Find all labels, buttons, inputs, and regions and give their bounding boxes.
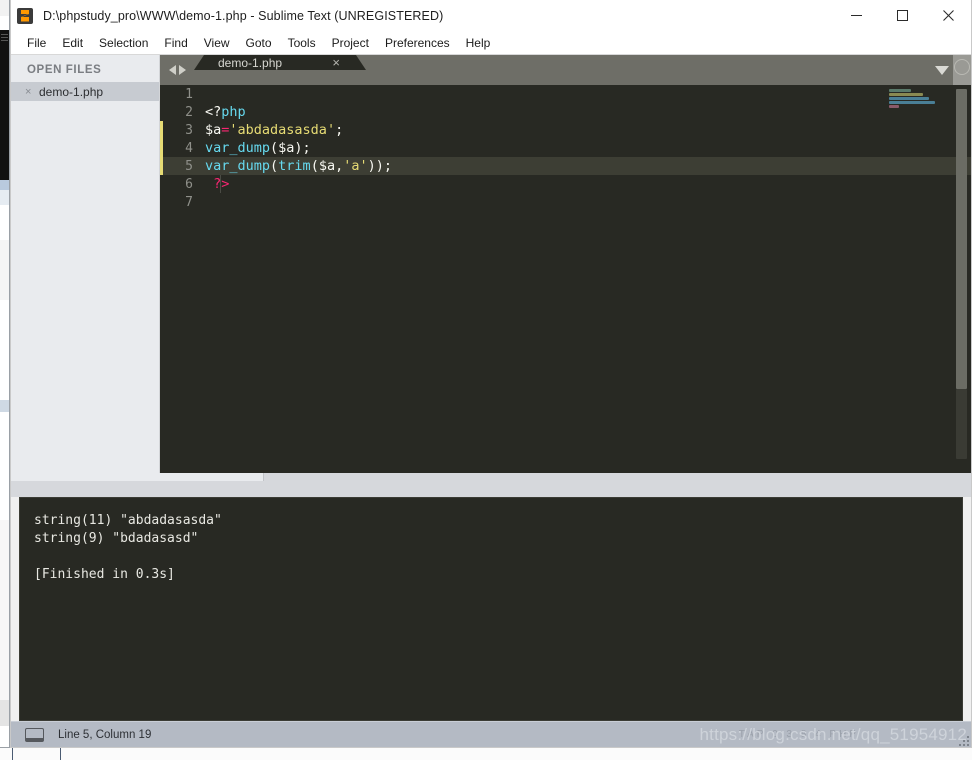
window-title: D:\phpstudy_pro\WWW\demo-1.php - Sublime… [43,8,444,23]
editor-tab[interactable]: demo-1.php × [194,55,366,70]
line-number: 4 [185,140,193,156]
tab-navigation[interactable] [160,55,194,85]
code-token: 'abdadasasda' [229,122,336,138]
code-token: ( [270,158,279,174]
code-token: <? [205,104,222,120]
editor-column: demo-1.php × 1 2 <?php 3 $a='abdadasasda'; 4 va… [160,55,971,473]
panel-divider[interactable] [11,473,971,497]
tab-dropdown-button[interactable] [931,55,953,85]
line-number: 7 [185,194,193,210]
menu-item-edit[interactable]: Edit [54,32,91,54]
build-output-text: string(11) "abdadasasda" string(9) "bdad… [34,513,222,582]
code-line[interactable]: 2 <?php [160,103,971,121]
code-line-text: $a='abdadasasda'; [205,122,343,138]
code-token: $a [205,122,222,138]
title-bar[interactable]: D:\phpstudy_pro\WWW\demo-1.php - Sublime… [11,0,971,32]
code-token: ; [335,122,344,138]
sublime-text-window: D:\phpstudy_pro\WWW\demo-1.php - Sublime… [10,0,972,748]
editor-scrollbar-track-lower[interactable] [956,389,967,459]
menu-item-file[interactable]: File [19,32,54,54]
window-controls [833,0,971,31]
menu-item-help[interactable]: Help [458,32,499,54]
modified-line-marker [160,139,163,157]
code-token: ($a, [310,158,344,174]
maximize-button[interactable] [879,0,925,31]
minimap-line [889,97,929,100]
sidebar-open-files-list: × demo-1.php [11,82,159,101]
arrow-left-icon[interactable] [168,65,176,75]
code-line-text: var_dump(trim($a,'a')); [205,158,392,174]
tab-bar: demo-1.php × [160,55,971,85]
editor-scrollbar-thumb[interactable] [956,89,967,389]
close-icon[interactable]: × [332,55,340,70]
build-output-panel[interactable]: string(11) "abdadasasda" string(9) "bdad… [19,497,963,721]
code-line-text: ?> [205,176,229,192]
minimap-line [889,101,935,104]
code-token: var_dump [205,140,271,156]
code-line[interactable]: 4 var_dump($a); [160,139,971,157]
line-number: 6 [185,176,193,192]
panel-divider-left-cap [11,473,264,481]
menu-item-goto[interactable]: Goto [238,32,280,54]
tab-bar-circle-icon [954,59,970,75]
code-token: ?> [205,176,230,192]
cursor-position-label: Line 5, Column 19 [58,728,152,741]
modified-line-marker [160,157,163,175]
modified-line-marker [160,121,163,139]
code-token: )); [367,158,392,174]
code-token: trim [278,158,311,174]
line-number: 5 [185,158,193,174]
code-token: ($a); [270,140,311,156]
menu-item-view[interactable]: View [196,32,238,54]
editor-scrollbar[interactable] [956,85,967,473]
code-line[interactable]: 5 var_dump(trim($a,'a')); [160,157,971,175]
indent-guide [220,175,221,193]
menu-item-project[interactable]: Project [324,32,377,54]
sidebar-open-file-item[interactable]: × demo-1.php [11,82,159,101]
sidebar: OPEN FILES × demo-1.php [11,55,160,473]
close-button[interactable] [925,0,971,31]
tab-list: demo-1.php × [194,55,366,85]
minimap-line [889,93,923,96]
menu-item-preferences[interactable]: Preferences [377,32,458,54]
tab-bar-right-cap [953,55,971,85]
chevron-down-icon [935,65,949,75]
line-number: 1 [185,86,193,102]
minimap-line [889,105,899,108]
code-line-text: var_dump($a); [205,140,311,156]
resize-grip-icon[interactable] [957,734,969,746]
code-token: php [221,104,246,120]
code-line[interactable]: 3 $a='abdadasasda'; [160,121,971,139]
line-number: 3 [185,122,193,138]
status-bar: Line 5, Column 19 TAP 0 3 8 4 PHP https:… [11,721,971,747]
code-line[interactable]: 1 [160,85,971,103]
line-number: 2 [185,104,193,120]
sidebar-open-file-label: demo-1.php [39,84,104,99]
sublime-text-logo-icon [17,7,33,24]
minimap-line [889,89,911,92]
editor-pane-icon[interactable] [25,727,44,742]
code-line-text: <?php [205,104,246,120]
code-line[interactable]: 7 [160,193,971,211]
code-editor[interactable]: 1 2 <?php 3 $a='abdadasasda'; 4 var_dump($a); 5… [160,85,971,473]
arrow-right-icon[interactable] [178,65,186,75]
menu-item-tools[interactable]: Tools [280,32,324,54]
hamburger-icon[interactable] [0,32,9,46]
menu-bar: File Edit Selection Find View Goto Tools Projec… [11,32,971,55]
code-lines: 1 2 <?php 3 $a='abdadasasda'; 4 var_dump($a); 5… [160,85,971,211]
watermark-url: https://blog.csdn.net/qq_51954912 [699,724,967,744]
background-window-bottom[interactable] [0,747,972,760]
app-body: OPEN FILES × demo-1.php demo-1.php × 1 2… [11,55,971,473]
sidebar-section-header: OPEN FILES [27,64,102,76]
code-token: var_dump [205,158,271,174]
code-token: 'a' [343,158,368,174]
minimap[interactable] [889,89,949,129]
code-line[interactable]: 6 ?> [160,175,971,193]
minimize-button[interactable] [833,0,879,31]
close-small-icon[interactable]: × [25,86,39,98]
menu-item-find[interactable]: Find [156,32,195,54]
editor-tab-label: demo-1.php [218,55,283,70]
menu-item-selection[interactable]: Selection [91,32,156,54]
